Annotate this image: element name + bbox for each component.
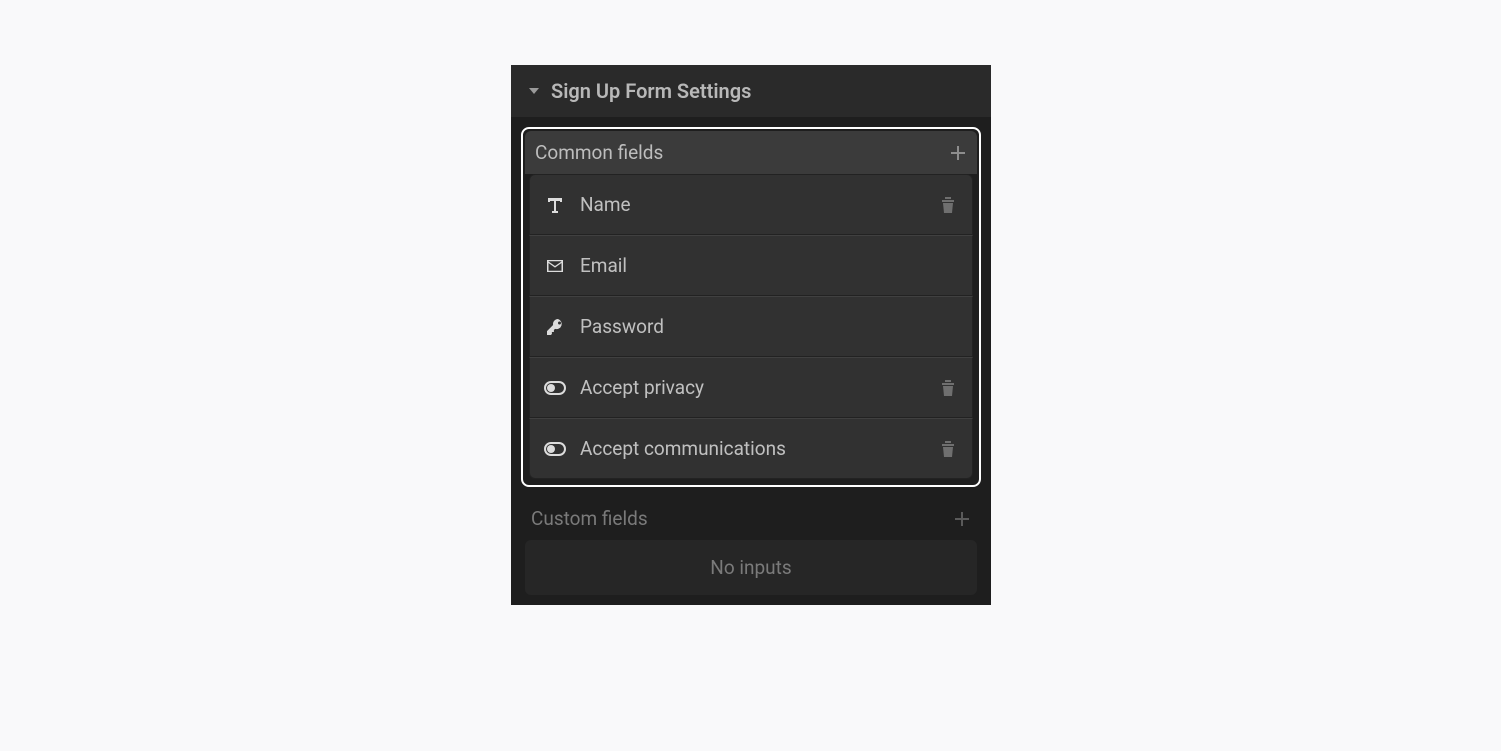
field-row[interactable]: Accept communications (529, 418, 973, 479)
field-label: Accept privacy (580, 376, 924, 399)
signup-form-settings-panel: Sign Up Form Settings Common fields Name… (511, 65, 991, 605)
add-custom-field-button[interactable] (951, 508, 973, 530)
field-row[interactable]: Name (529, 174, 973, 235)
field-row[interactable]: Password (529, 296, 973, 357)
common-fields-list: Name Email Password Accept privacy Accept co… (529, 174, 973, 479)
common-fields-label: Common fields (535, 141, 663, 164)
add-common-field-button[interactable] (947, 142, 969, 164)
trash-icon[interactable] (938, 378, 958, 398)
field-row[interactable]: Accept privacy (529, 357, 973, 418)
panel-title: Sign Up Form Settings (551, 79, 751, 103)
panel-header[interactable]: Sign Up Form Settings (511, 65, 991, 117)
toggle-icon (544, 438, 566, 460)
custom-fields-label: Custom fields (531, 507, 648, 530)
common-fields-header: Common fields (525, 131, 977, 174)
field-label: Password (580, 315, 958, 338)
custom-fields-empty: No inputs (525, 540, 977, 595)
custom-fields-section: Custom fields No inputs (521, 497, 981, 595)
field-label: Accept communications (580, 437, 924, 460)
field-label: Name (580, 193, 924, 216)
text-icon (544, 194, 566, 216)
toggle-icon (544, 377, 566, 399)
field-row[interactable]: Email (529, 235, 973, 296)
common-fields-section: Common fields Name Email Password Accept pr… (521, 127, 981, 487)
key-icon (544, 316, 566, 338)
trash-icon[interactable] (938, 195, 958, 215)
custom-fields-header: Custom fields (521, 497, 981, 540)
field-label: Email (580, 254, 958, 277)
trash-icon[interactable] (938, 439, 958, 459)
chevron-down-icon (527, 84, 541, 98)
envelope-icon (544, 255, 566, 277)
empty-label: No inputs (710, 556, 791, 579)
